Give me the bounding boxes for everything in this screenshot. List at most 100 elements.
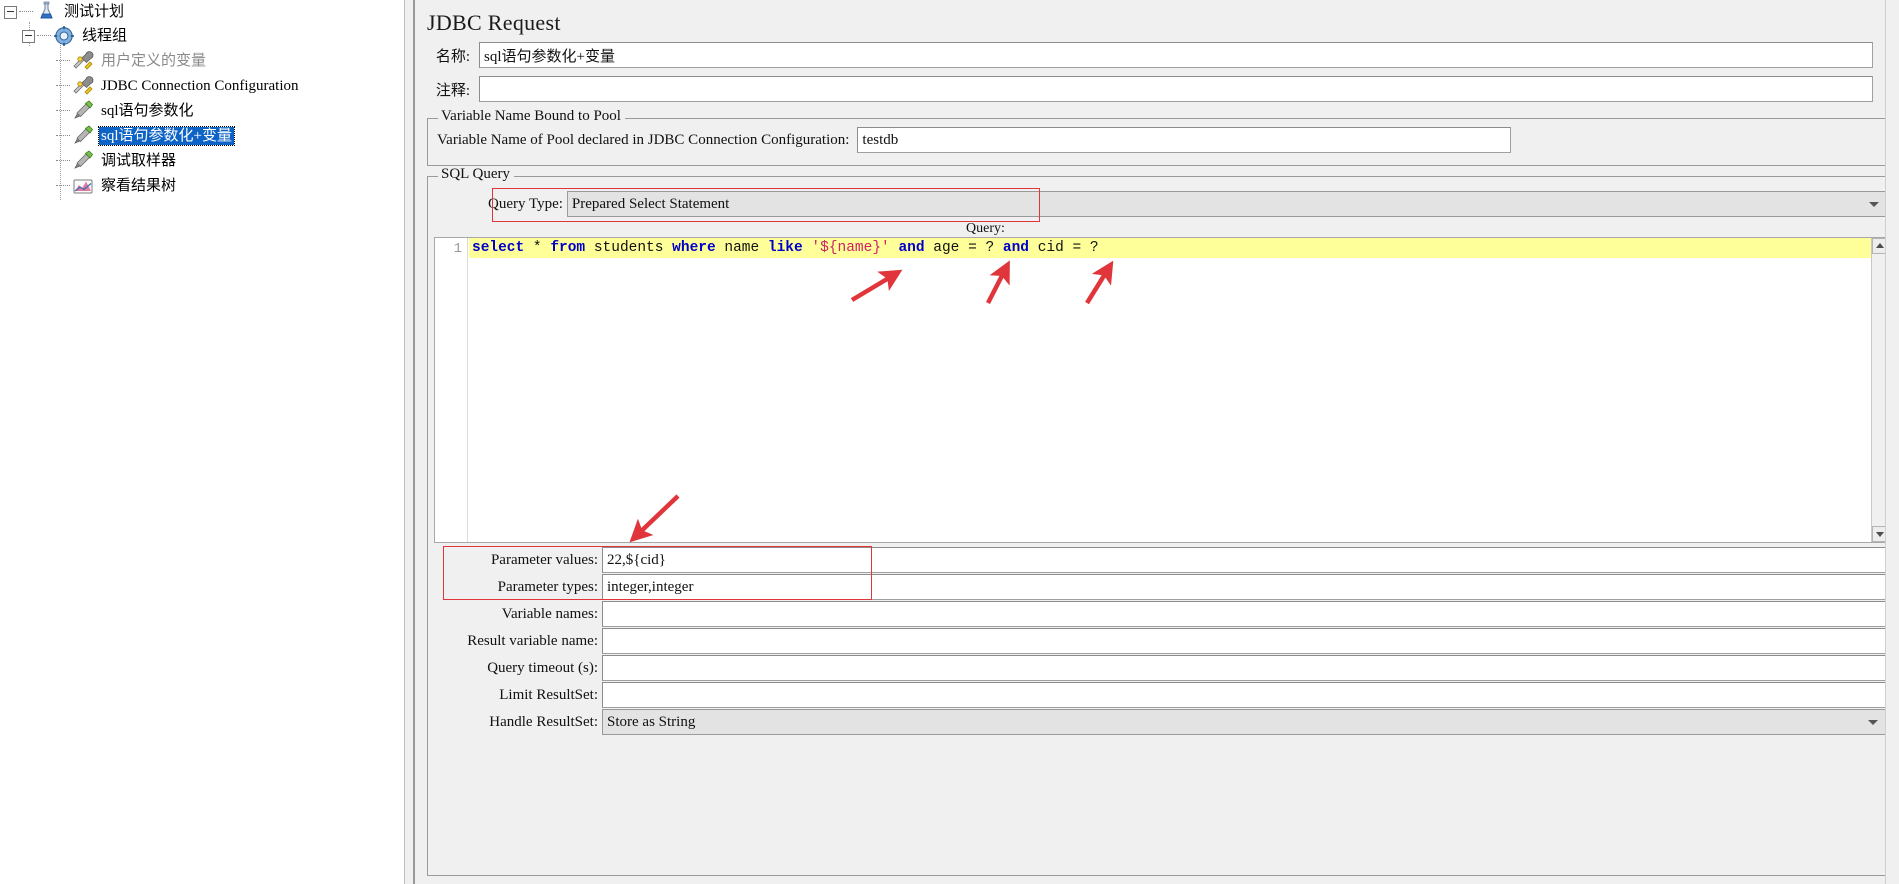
sql-token: name bbox=[724, 240, 760, 256]
sql-field-value: Store as String bbox=[607, 713, 696, 730]
sql-field-input[interactable] bbox=[602, 601, 1887, 627]
sampler-icon bbox=[71, 100, 95, 122]
sql-field-input[interactable] bbox=[602, 547, 1887, 573]
tree-item-label: sql语句参数化 bbox=[101, 103, 194, 119]
tree-item-label: sql语句参数化+变量 bbox=[98, 126, 235, 146]
sql-field-input[interactable] bbox=[602, 682, 1887, 708]
sql-field-input[interactable] bbox=[602, 628, 1887, 654]
sampler-icon bbox=[71, 125, 95, 147]
sql-field-row: Result variable name: bbox=[428, 628, 1893, 654]
sql-token: ? bbox=[985, 240, 995, 256]
panel-scrollbar[interactable] bbox=[1885, 0, 1899, 884]
tree-item-label: JDBC Connection Configuration bbox=[101, 78, 299, 94]
sql-query-groupbox-title: SQL Query bbox=[438, 166, 515, 183]
tree-expand-toggle-thread-group[interactable] bbox=[22, 29, 35, 43]
sql-field-row: Handle ResultSet: Store as String bbox=[428, 709, 1893, 735]
tree-item-debug-sampler[interactable]: 调试取样器 bbox=[56, 149, 178, 173]
tree-dash-connector bbox=[37, 35, 51, 37]
chevron-up-icon bbox=[1876, 243, 1884, 248]
tree-expand-toggle-test-plan[interactable] bbox=[4, 5, 17, 19]
sql-query-editor[interactable]: 1 select * from students where name like… bbox=[434, 237, 1889, 543]
query-type-label: Query Type: bbox=[488, 195, 563, 212]
sql-field-input[interactable] bbox=[602, 655, 1887, 681]
thread-group-icon bbox=[52, 25, 76, 47]
tree-dash-connector bbox=[56, 85, 70, 87]
sql-line-number: 1 bbox=[453, 241, 462, 257]
tree-item-label: 用户定义的变量 bbox=[101, 53, 207, 69]
sql-token: * bbox=[532, 240, 542, 256]
tree-item-view-results-tree[interactable]: 察看结果树 bbox=[56, 174, 178, 198]
sql-field-row: Query timeout (s): bbox=[428, 655, 1893, 681]
sql-token: select bbox=[472, 240, 525, 256]
sql-query-text[interactable]: select * from students where name like '… bbox=[469, 238, 1888, 258]
tree-item-label: 测试计划 bbox=[64, 4, 125, 20]
comment-input[interactable] bbox=[479, 76, 1873, 102]
sql-token: and bbox=[898, 240, 925, 256]
page-title: JDBC Request bbox=[427, 10, 561, 35]
sampler-icon bbox=[71, 150, 95, 172]
listener-icon bbox=[71, 175, 95, 197]
tree-item-sql-parameterized-variables[interactable]: sql语句参数化+变量 bbox=[56, 124, 235, 148]
tree-dash-connector bbox=[56, 185, 70, 187]
sql-field-label: Query timeout (s): bbox=[487, 659, 598, 676]
config-element-icon bbox=[71, 50, 95, 72]
query-type-value: Prepared Select Statement bbox=[571, 195, 730, 212]
sql-field-row: Limit ResultSet: bbox=[428, 682, 1893, 708]
sql-field-label: Parameter types: bbox=[497, 578, 598, 595]
sql-token: ? bbox=[1089, 240, 1099, 256]
test-plan-tree[interactable]: 测试计划 线程组 用户定义的变量 JDBC Connection Configu… bbox=[0, 0, 404, 884]
jmeter-window: 测试计划 线程组 用户定义的变量 JDBC Connection Configu… bbox=[0, 0, 1899, 884]
tree-item-test-plan[interactable]: 测试计划 bbox=[4, 0, 126, 24]
config-element-icon bbox=[71, 75, 95, 97]
sql-token: '${name}' bbox=[811, 240, 890, 256]
comment-label: 注释: bbox=[435, 82, 470, 99]
sql-field-label: Limit ResultSet: bbox=[499, 686, 598, 703]
tree-dash-connector bbox=[56, 160, 70, 162]
tree-item-label: 线程组 bbox=[82, 28, 128, 44]
tree-item-label: 察看结果树 bbox=[101, 178, 177, 194]
tree-item-user-defined-variables[interactable]: 用户定义的变量 bbox=[56, 49, 208, 73]
pool-name-input[interactable] bbox=[857, 127, 1512, 153]
chevron-down-icon bbox=[1869, 202, 1879, 207]
sql-field-label: Parameter values: bbox=[490, 551, 598, 568]
sql-token: age bbox=[933, 240, 960, 256]
sql-field-row: Variable names: bbox=[428, 601, 1893, 627]
sql-token: where bbox=[672, 240, 716, 256]
sql-token: like bbox=[767, 240, 803, 256]
chevron-down-icon bbox=[1868, 720, 1878, 725]
tree-item-jdbc-connection-configuration[interactable]: JDBC Connection Configuration bbox=[56, 74, 301, 98]
tree-dash-connector bbox=[56, 60, 70, 62]
sql-field-row: Parameter types: bbox=[428, 574, 1893, 600]
sql-field-row: Parameter values: bbox=[428, 547, 1893, 573]
sql-token: from bbox=[550, 240, 586, 256]
pool-groupbox: Variable Name Bound to Pool Variable Nam… bbox=[427, 108, 1895, 166]
handle-resultset-combo[interactable]: Store as String bbox=[602, 709, 1887, 735]
pool-label: Variable Name of Pool declared in JDBC C… bbox=[437, 131, 850, 148]
pool-row: Variable Name of Pool declared in JDBC C… bbox=[437, 127, 1887, 153]
tree-item-sql-parameterized[interactable]: sql语句参数化 bbox=[56, 99, 196, 123]
name-input[interactable] bbox=[479, 42, 1873, 68]
tree-dash-connector bbox=[19, 11, 33, 13]
jdbc-request-panel: JDBC Request 名称: 注释: Variable Name Bound… bbox=[404, 0, 1899, 884]
tree-dash-connector bbox=[56, 135, 70, 137]
query-type-combo[interactable]: Prepared Select Statement bbox=[566, 191, 1888, 217]
sql-token: = bbox=[968, 240, 977, 256]
sql-token: = bbox=[1072, 240, 1082, 256]
name-row: 名称: bbox=[415, 42, 1895, 68]
query-type-row: Query Type: Prepared Select Statement bbox=[488, 191, 1888, 217]
sql-field-input[interactable] bbox=[602, 574, 1887, 600]
query-caption: Query: bbox=[966, 221, 1005, 236]
sql-token: students bbox=[593, 240, 664, 256]
sql-token: cid bbox=[1037, 240, 1064, 256]
comment-row: 注释: bbox=[415, 76, 1895, 102]
tree-item-thread-group[interactable]: 线程组 bbox=[22, 24, 129, 48]
